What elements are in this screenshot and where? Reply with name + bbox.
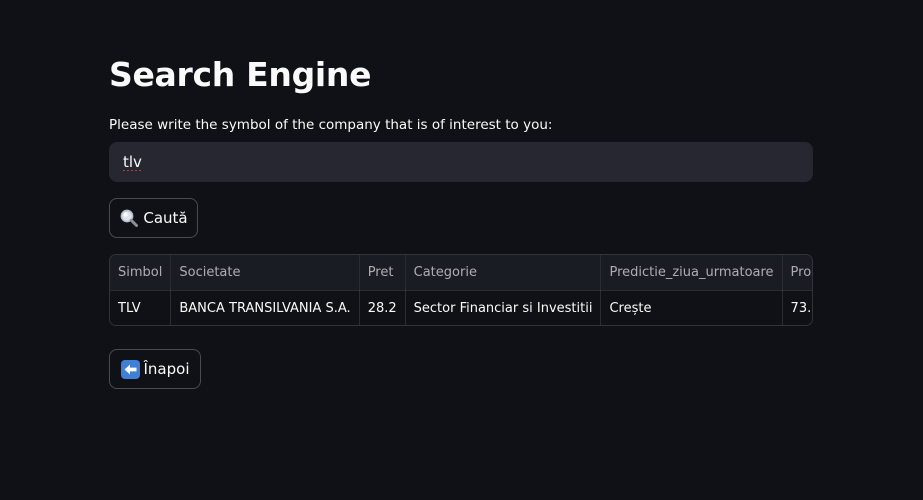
- table-row: TLV BANCA TRANSILVANIA S.A. 28.2 Sector …: [110, 290, 812, 325]
- table-header-row: Simbol Societate Pret Categorie Predicti…: [110, 255, 812, 291]
- column-header-categorie[interactable]: Categorie: [405, 255, 602, 291]
- column-header-predictie[interactable]: Predictie_ziua_urmatoare: [600, 255, 783, 291]
- cell-categorie[interactable]: Sector Financiar si Investitii: [405, 290, 602, 325]
- back-button[interactable]: Înapoi: [109, 349, 201, 389]
- cell-predictie[interactable]: Crește: [600, 290, 783, 325]
- search-input-label: Please write the symbol of the company t…: [109, 117, 553, 133]
- column-header-pret[interactable]: Pret: [359, 255, 406, 291]
- column-header-simbol[interactable]: Simbol: [110, 255, 172, 291]
- search-button-label: Caută: [143, 209, 188, 227]
- back-button-label: Înapoi: [143, 360, 190, 378]
- cell-societate[interactable]: BANCA TRANSILVANIA S.A.: [170, 290, 360, 325]
- symbol-search-input[interactable]: [109, 142, 813, 182]
- column-header-societate[interactable]: Societate: [170, 255, 360, 291]
- magnifying-glass-icon: [119, 208, 139, 228]
- app-page: Search Engine Please write the symbol of…: [0, 0, 923, 500]
- cell-probabilitate[interactable]: 73.7%: [782, 290, 812, 325]
- results-table-grid: Simbol Societate Pret Categorie Predicti…: [110, 255, 812, 325]
- left-arrow-icon: [120, 359, 140, 379]
- cell-pret[interactable]: 28.2: [359, 290, 406, 325]
- column-header-probabilitate[interactable]: Probabilitate: [782, 255, 812, 291]
- cell-simbol[interactable]: TLV: [110, 290, 172, 325]
- page-title: Search Engine: [109, 55, 372, 94]
- search-button[interactable]: Caută: [109, 198, 198, 238]
- results-table: Simbol Societate Pret Categorie Predicti…: [109, 254, 813, 326]
